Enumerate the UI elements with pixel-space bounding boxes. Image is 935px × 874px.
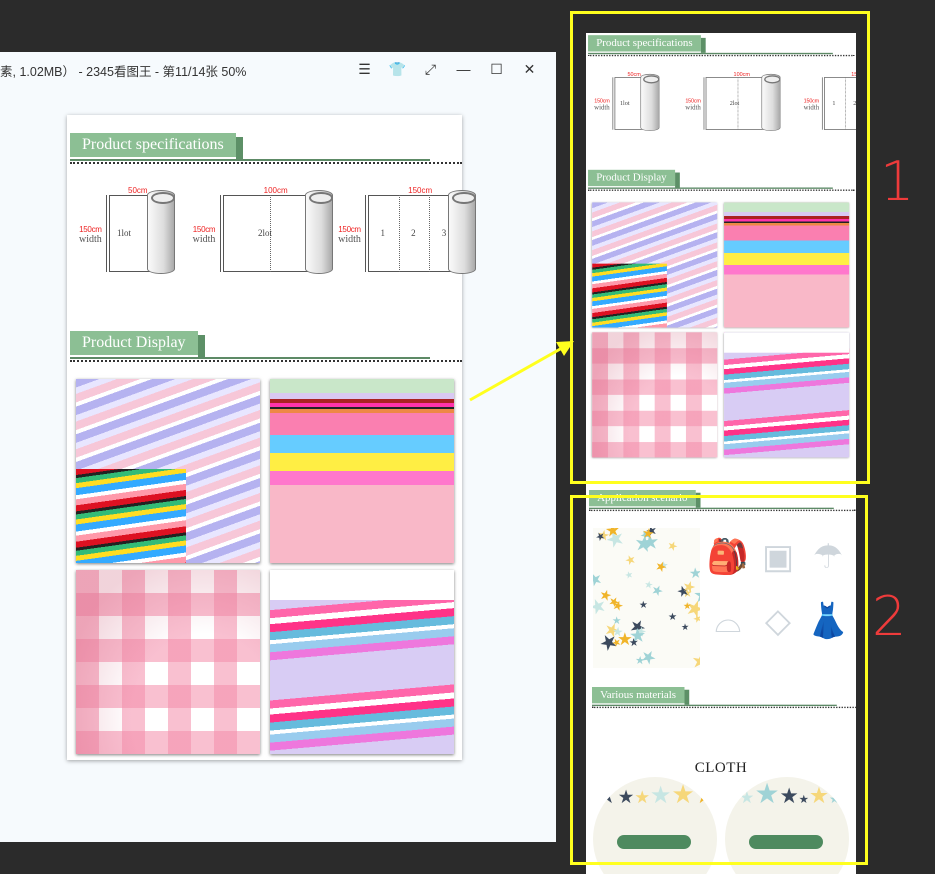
annotation-number-1: 1 bbox=[880, 150, 915, 213]
annotation-number-2: 2 bbox=[872, 585, 907, 648]
arrow-icon bbox=[469, 341, 574, 402]
